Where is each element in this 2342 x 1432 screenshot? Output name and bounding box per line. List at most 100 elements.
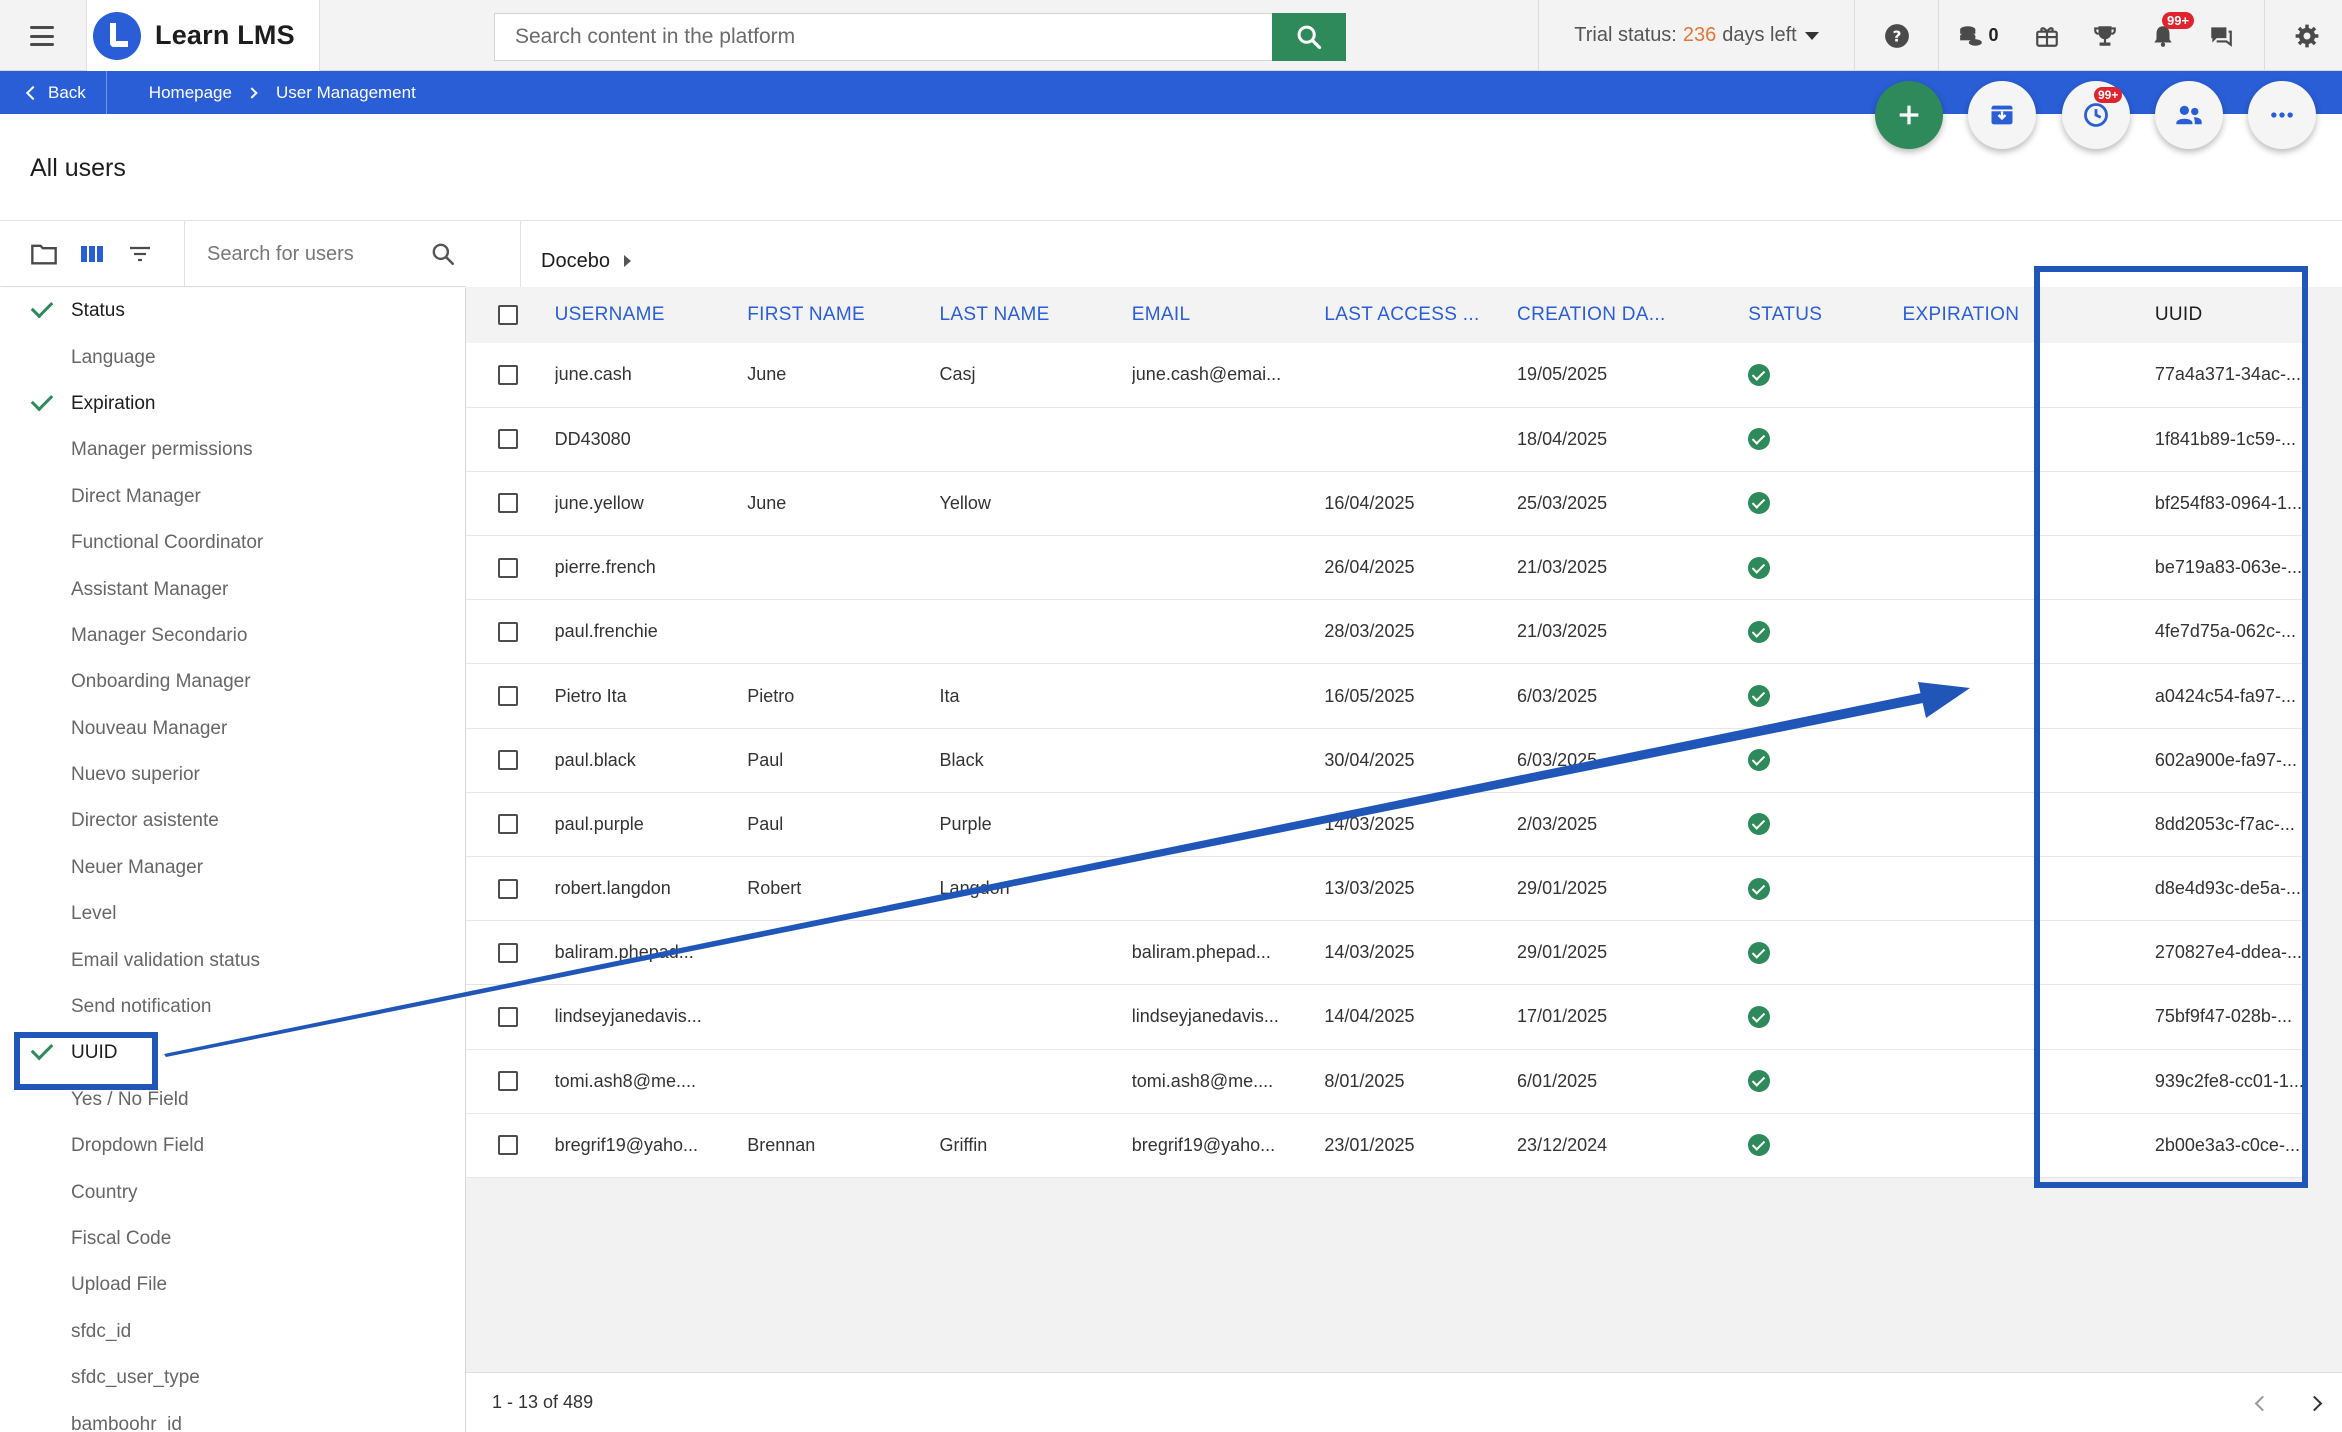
column-option[interactable]: Status <box>0 288 465 334</box>
column-option[interactable]: Manager Secondario <box>0 613 465 659</box>
header-last-access[interactable]: LAST ACCESS ... <box>1324 287 1517 343</box>
notifications-button[interactable]: 99+ <box>2134 0 2195 71</box>
settings-button[interactable] <box>2264 0 2342 71</box>
filter-button[interactable] <box>116 230 164 278</box>
row-checkbox[interactable] <box>498 557 518 578</box>
column-option[interactable]: sfdc_user_type <box>0 1355 465 1401</box>
column-option-label: Level <box>71 903 117 925</box>
table-row[interactable]: june.yellow June Yellow 16/04/2025 25/03/202… <box>466 471 2304 536</box>
row-checkbox[interactable] <box>498 429 518 450</box>
folder-view-button[interactable] <box>20 230 68 278</box>
table-body: june.cash June Casj june.cash@emai... 19/05/… <box>466 343 2304 1178</box>
row-checkbox[interactable] <box>498 878 518 899</box>
table-row[interactable]: robert.langdon Robert Langdon 13/03/2025 29/… <box>466 857 2304 921</box>
column-option[interactable]: Fiscal Code <box>0 1216 465 1262</box>
column-option[interactable]: Functional Coordinator <box>0 520 465 566</box>
table-row[interactable]: lindseyjanedavis... lindseyjanedavis... 14… <box>466 985 2304 1050</box>
column-option[interactable]: bamboohr_id <box>0 1401 465 1432</box>
column-option[interactable]: Director asistente <box>0 798 465 844</box>
row-checkbox[interactable] <box>498 942 518 963</box>
column-option[interactable]: Direct Manager <box>0 474 465 520</box>
column-option[interactable]: Yes / No Field <box>0 1077 465 1123</box>
table-row[interactable]: Pietro Ita Pietro Ita 16/05/2025 6/03/2025 a0… <box>466 664 2304 729</box>
messages-button[interactable] <box>2192 0 2250 71</box>
column-option[interactable]: UUID <box>0 1030 465 1091</box>
groups-button[interactable] <box>2155 81 2223 149</box>
prev-page-button[interactable] <box>2250 1391 2274 1415</box>
column-option[interactable]: Neuer Manager <box>0 845 465 891</box>
column-option[interactable]: Upload File <box>0 1262 465 1308</box>
column-option[interactable]: Nouveau Manager <box>0 706 465 752</box>
column-option[interactable]: Email validation status <box>0 937 465 983</box>
table-row[interactable]: june.cash June Casj june.cash@emai... 19/05/… <box>466 343 2304 408</box>
header-last-name[interactable]: LAST NAME <box>940 287 1132 343</box>
select-all-checkbox[interactable] <box>498 305 518 325</box>
column-option[interactable]: Expiration <box>0 381 465 427</box>
global-search-button[interactable] <box>1272 13 1346 61</box>
row-checkbox[interactable] <box>498 1006 518 1027</box>
hamburger-menu-icon[interactable] <box>24 20 60 52</box>
row-checkbox[interactable] <box>498 686 518 707</box>
breadcrumb-user-management[interactable]: User Management <box>276 83 416 103</box>
header-username[interactable]: USERNAME <box>555 287 748 343</box>
archive-button[interactable] <box>1968 81 2036 149</box>
header-first-name[interactable]: FIRST NAME <box>747 287 939 343</box>
column-option[interactable]: sfdc_id <box>0 1309 465 1355</box>
columns-view-button[interactable] <box>68 230 116 278</box>
row-checkbox[interactable] <box>498 750 518 771</box>
column-option[interactable]: Nuevo superior <box>0 752 465 798</box>
row-select-cell <box>466 985 555 1049</box>
cell-last-access: 23/01/2025 <box>1324 1134 1415 1155</box>
breadcrumb-homepage[interactable]: Homepage <box>149 83 232 103</box>
scheduled-button[interactable]: 99+ <box>2062 81 2130 149</box>
row-checkbox[interactable] <box>498 364 518 385</box>
row-checkbox[interactable] <box>498 493 518 514</box>
header-creation-date[interactable]: CREATION DA... <box>1517 287 1748 343</box>
add-user-button[interactable] <box>1875 81 1943 149</box>
table-row[interactable]: tomi.ash8@me.... tomi.ash8@me.... 8/01/202… <box>466 1049 2304 1114</box>
table-row[interactable]: paul.black Paul Black 30/04/2025 6/03/2025 60… <box>466 728 2304 793</box>
user-search-input[interactable] <box>207 242 427 266</box>
row-checkbox[interactable] <box>498 621 518 642</box>
coins-button[interactable]: 0 <box>1938 0 2018 71</box>
row-checkbox[interactable] <box>498 1071 518 1092</box>
table-row[interactable]: DD43080 18/04/2025 1f841b89-1c59-... <box>466 407 2304 472</box>
brand[interactable]: Learn LMS <box>86 0 320 71</box>
row-select-cell <box>466 536 555 600</box>
next-page-button[interactable] <box>2302 1391 2326 1415</box>
row-select-cell <box>466 792 555 856</box>
column-option[interactable]: Language <box>0 334 465 380</box>
column-option[interactable]: Level <box>0 891 465 937</box>
column-option[interactable]: Onboarding Manager <box>0 659 465 705</box>
folder-name[interactable]: Docebo <box>541 250 610 273</box>
gift-button[interactable] <box>2018 0 2076 71</box>
more-actions-button[interactable] <box>2248 81 2316 149</box>
table-row[interactable]: paul.purple Paul Purple 14/03/2025 2/03/2025… <box>466 792 2304 857</box>
table-row[interactable]: pierre.french 26/04/2025 21/03/2025 be719a8… <box>466 536 2304 600</box>
row-checkbox[interactable] <box>498 1135 518 1156</box>
table-row[interactable]: bregrif19@yaho... Brennan Griffin bregrif19… <box>466 1113 2304 1178</box>
header-expiration[interactable]: EXPIRATION <box>1903 287 2095 343</box>
column-option[interactable]: Dropdown Field <box>0 1123 465 1169</box>
table-row[interactable]: baliram.phepad... baliram.phepad... 14/03/… <box>466 921 2304 985</box>
search-icon[interactable] <box>430 241 456 267</box>
row-select-cell <box>466 471 555 535</box>
header-email[interactable]: EMAIL <box>1132 287 1325 343</box>
back-button[interactable]: Back <box>0 71 107 114</box>
more-horizontal-icon <box>2271 112 2293 118</box>
row-checkbox[interactable] <box>498 814 518 835</box>
column-option[interactable]: Assistant Manager <box>0 566 465 612</box>
header-status[interactable]: STATUS <box>1748 287 1902 343</box>
table-row[interactable]: paul.frenchie 28/03/2025 21/03/2025 4fe7d75… <box>466 600 2304 664</box>
column-option[interactable]: Send notification <box>0 984 465 1030</box>
trial-status[interactable]: Trial status: 236 days left <box>1538 0 1854 71</box>
global-search-input[interactable] <box>494 13 1272 61</box>
help-button[interactable]: ? <box>1854 0 1938 71</box>
column-option[interactable]: Manager permissions <box>0 427 465 473</box>
header-uuid[interactable]: UUID <box>2095 287 2304 343</box>
row-select-cell <box>466 343 555 407</box>
caret-right-icon[interactable] <box>623 255 631 267</box>
trophy-button[interactable] <box>2076 0 2134 71</box>
users-icon <box>2176 105 2202 125</box>
column-option[interactable]: Country <box>0 1169 465 1215</box>
